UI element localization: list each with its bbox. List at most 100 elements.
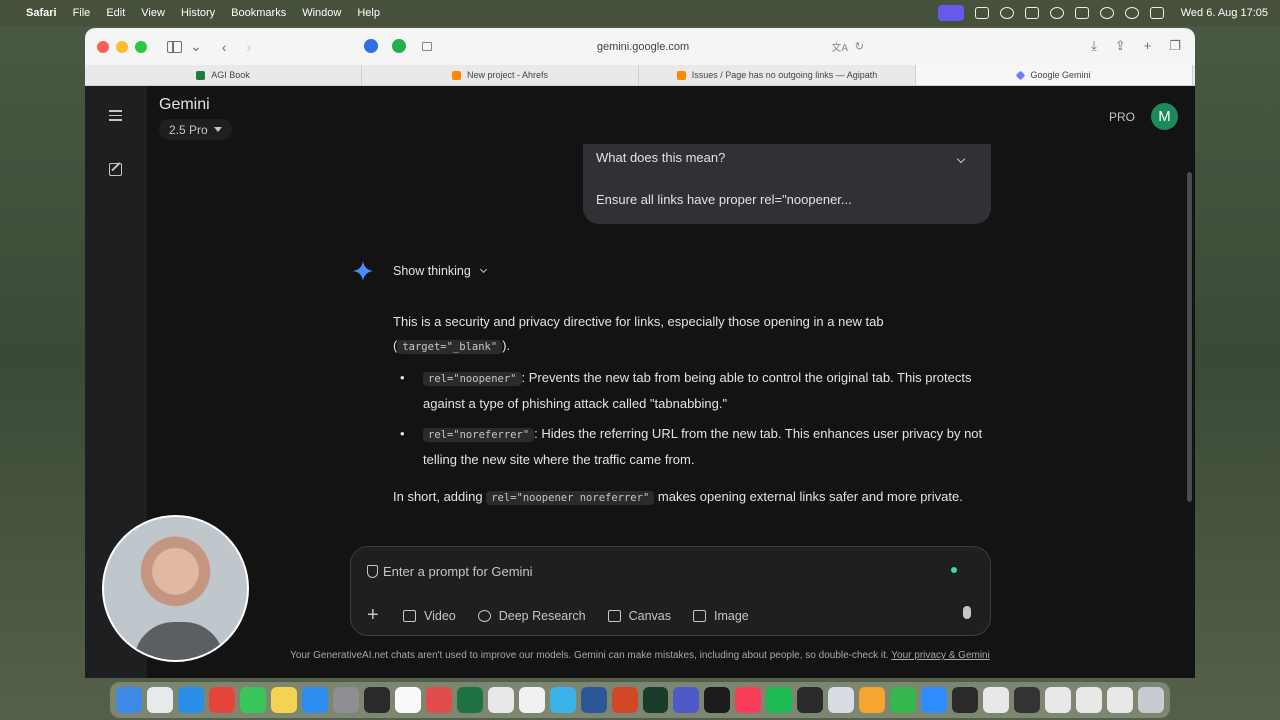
app-icon[interactable] — [797, 687, 824, 713]
window-thumbnail-icon[interactable] — [1107, 687, 1133, 713]
menu-icon[interactable] — [109, 110, 122, 124]
window-thumbnail-icon[interactable] — [1014, 687, 1041, 713]
pages-icon[interactable] — [859, 687, 886, 713]
chevron-down-icon[interactable]: ⌄ — [190, 38, 202, 55]
reload-icon[interactable]: ↻ — [855, 40, 864, 53]
tool-video[interactable]: Video — [403, 609, 456, 623]
tool-deep-research[interactable]: Deep Research — [477, 609, 586, 623]
window-thumbnail-icon[interactable] — [1045, 687, 1072, 713]
window-thumbnail-icon[interactable] — [1076, 687, 1103, 713]
search-icon[interactable] — [1124, 7, 1139, 19]
translate-icon[interactable]: 文A — [831, 39, 848, 54]
menu-clock[interactable]: Wed 6. Aug 17:05 — [1181, 7, 1268, 19]
toolbar-actions: ⤓ ⇪ + ❐ — [1091, 38, 1181, 54]
tool-image[interactable]: Image — [693, 609, 749, 623]
chrome-icon[interactable] — [208, 687, 235, 713]
slack-icon[interactable] — [487, 687, 514, 713]
menu-app-name[interactable]: Safari — [26, 7, 57, 19]
menu-help[interactable]: Help — [357, 7, 380, 19]
tab-overview-icon[interactable]: ❐ — [1169, 38, 1181, 54]
response-text: ). — [502, 337, 511, 353]
status-icon[interactable] — [999, 7, 1014, 19]
notion-icon[interactable] — [394, 687, 421, 713]
tool-canvas[interactable]: Canvas — [607, 609, 671, 623]
menu-window[interactable]: Window — [302, 7, 341, 19]
menu-history[interactable]: History — [181, 7, 215, 19]
new-tab-icon[interactable]: + — [1144, 38, 1152, 54]
maximize-window-button[interactable] — [135, 40, 147, 53]
launchpad-icon[interactable] — [147, 687, 173, 713]
messages-icon[interactable] — [239, 687, 266, 713]
shield-icon — [367, 565, 378, 578]
tab-gemini[interactable]: Google Gemini — [916, 65, 1193, 85]
trash-icon[interactable] — [1138, 687, 1164, 713]
disclaimer: Your GenerativeAI.net chats aren't used … — [85, 650, 1195, 661]
favicon-icon — [451, 70, 461, 80]
spotify-icon[interactable] — [766, 687, 793, 713]
chatgpt-icon[interactable] — [518, 687, 545, 713]
teams-icon[interactable] — [673, 687, 700, 713]
battery-icon[interactable] — [1074, 7, 1089, 19]
control-center-icon[interactable] — [1149, 7, 1164, 19]
app-icon[interactable] — [363, 687, 390, 713]
app-icon[interactable] — [952, 687, 979, 713]
notes-icon[interactable] — [270, 687, 297, 713]
app-store-icon[interactable] — [301, 687, 328, 713]
tab-agipath[interactable]: Issues / Page has no outgoing links — Ag… — [639, 65, 916, 85]
menu-bookmarks[interactable]: Bookmarks — [231, 7, 286, 19]
app-icon[interactable] — [425, 687, 452, 713]
model-selector[interactable]: 2.5 Pro — [159, 119, 232, 140]
avatar[interactable]: M — [1151, 103, 1178, 130]
finder-icon[interactable] — [116, 687, 142, 713]
wifi-icon[interactable] — [1099, 7, 1114, 19]
tab-agi-book[interactable]: AGI Book — [85, 65, 362, 85]
music-icon[interactable] — [735, 687, 762, 713]
word-icon[interactable] — [580, 687, 607, 713]
powerpoint-icon[interactable] — [611, 687, 638, 713]
page-menu-icon[interactable] — [422, 42, 432, 51]
status-icon[interactable] — [1049, 7, 1064, 19]
close-window-button[interactable] — [97, 40, 109, 53]
zoom-icon[interactable] — [921, 687, 948, 713]
share-icon[interactable]: ⇪ — [1115, 38, 1126, 54]
document-icon[interactable] — [983, 687, 1010, 713]
scrollbar[interactable] — [1187, 172, 1192, 502]
microphone-icon[interactable] — [963, 606, 971, 619]
settings-icon[interactable] — [332, 687, 359, 713]
menu-edit[interactable]: Edit — [106, 7, 125, 19]
activity-monitor-icon[interactable] — [642, 687, 669, 713]
screen-record-icon[interactable] — [937, 5, 964, 21]
gemini-favicon-icon — [1016, 70, 1026, 80]
show-thinking-button[interactable]: Show thinking — [393, 264, 487, 278]
menu-file[interactable]: File — [73, 7, 91, 19]
extension-icon[interactable] — [392, 39, 406, 53]
inline-code: target="_blank" — [397, 339, 503, 354]
prompt-input[interactable] — [383, 564, 923, 579]
forward-button[interactable]: › — [246, 39, 251, 55]
list-item: rel="noreferrer": Hides the referring UR… — [393, 422, 993, 471]
inline-code: rel="noopener noreferrer" — [486, 491, 655, 505]
safari-icon[interactable] — [177, 687, 204, 713]
status-icon[interactable] — [974, 7, 989, 19]
minimize-window-button[interactable] — [116, 40, 128, 53]
terminal-icon[interactable] — [704, 687, 731, 713]
new-chat-icon[interactable] — [109, 163, 122, 176]
disclaimer-text: Your GenerativeAI.net chats aren't used … — [290, 650, 892, 661]
back-button[interactable]: ‹ — [222, 39, 227, 55]
address-bar[interactable]: gemini.google.com 文A ↻ — [418, 35, 868, 58]
extension-icon[interactable] — [364, 39, 378, 53]
notion-icon[interactable] — [1024, 7, 1039, 19]
tab-ahrefs[interactable]: New project - Ahrefs — [362, 65, 639, 85]
excel-icon[interactable] — [456, 687, 483, 713]
numbers-icon[interactable] — [890, 687, 917, 713]
privacy-link[interactable]: Your privacy & Gemini — [891, 650, 990, 661]
menu-view[interactable]: View — [141, 7, 165, 19]
response-text: makes opening external links safer and m… — [654, 489, 963, 504]
user-message-line: Ensure all links have proper rel="noopen… — [596, 192, 852, 207]
add-icon[interactable]: + — [367, 604, 381, 627]
sidebar-toggle-icon[interactable] — [167, 40, 182, 53]
download-icon[interactable]: ⤓ — [1091, 38, 1097, 54]
app-icon[interactable] — [828, 687, 855, 713]
dock — [110, 682, 1170, 718]
app-icon[interactable] — [549, 687, 576, 713]
